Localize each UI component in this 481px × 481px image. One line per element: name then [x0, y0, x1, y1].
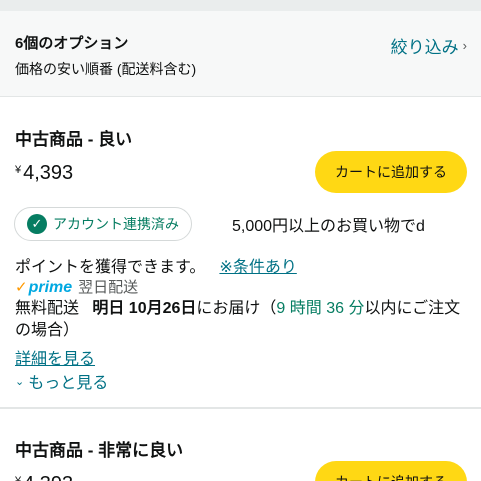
delivery-date: 明日 10月26日: [92, 300, 197, 317]
sort-label: 価格の安い順番 (配送料含む): [15, 61, 197, 77]
show-more-link[interactable]: ⌄ もっと見る: [15, 369, 108, 393]
points-text-continued: ポイントを獲得できます。 ※条件あり: [15, 253, 297, 277]
account-badge-label: アカウント連携済み: [53, 216, 179, 232]
currency-symbol: ¥: [15, 475, 22, 481]
offer-price: ¥ 4,393: [15, 473, 73, 481]
offer-price: ¥ 4,393: [15, 162, 73, 185]
conditions-link[interactable]: ※条件あり: [219, 259, 296, 276]
add-to-cart-button[interactable]: カートに追加する: [315, 461, 467, 481]
details-link[interactable]: 詳細を見る: [15, 345, 95, 369]
prime-delivery-label: 翌日配送: [78, 279, 139, 296]
price-value: 4,393: [23, 473, 73, 481]
chevron-right-icon: ›: [462, 38, 467, 53]
prime-label: prime: [28, 279, 73, 296]
points-text-line2: ポイントを獲得できます。: [15, 259, 206, 276]
show-more-label: もっと見る: [28, 375, 109, 392]
delivery-suffix: にお届け（: [196, 300, 277, 317]
offer-condition: 中古商品 - 非常に良い: [15, 441, 184, 460]
chevron-down-icon: ⌄: [15, 375, 25, 388]
top-strip: [0, 0, 481, 11]
prime-check-icon: ✓: [15, 279, 28, 296]
delivery-countdown: 9 時間 36 分: [276, 300, 365, 317]
currency-symbol: ¥: [15, 164, 22, 176]
filter-button[interactable]: 絞り込み ›: [391, 33, 467, 58]
check-circle-icon: ✓: [27, 214, 47, 234]
filter-label: 絞り込み: [390, 38, 459, 57]
offer-condition: 中古商品 - 良い: [15, 130, 133, 149]
prime-logo: ✓ prime: [15, 278, 72, 297]
offer-card: 中古商品 - 良い ¥ 4,393 カートに追加する ✓ アカウント連携済み 5…: [0, 98, 481, 408]
account-linked-badge[interactable]: ✓ アカウント連携済み: [14, 207, 192, 241]
options-header: 6個のオプション 価格の安い順番 (配送料含む) 絞り込み ›: [0, 11, 481, 97]
delivery-info: 無料配送 明日 10月26日にお届け（9 時間 36 分以内にご注文の場合）: [15, 298, 470, 342]
price-value: 4,393: [23, 162, 74, 184]
points-text: 5,000円以上のお買い物でd: [232, 218, 425, 235]
add-to-cart-button[interactable]: カートに追加する: [315, 151, 467, 193]
offer-card: 中古商品 - 非常に良い ¥ 4,393 カートに追加する: [0, 408, 481, 481]
delivery-free: 無料配送: [15, 300, 80, 317]
options-count: 6個のオプション: [15, 35, 129, 52]
prime-row: ✓ prime 翌日配送: [15, 276, 138, 297]
